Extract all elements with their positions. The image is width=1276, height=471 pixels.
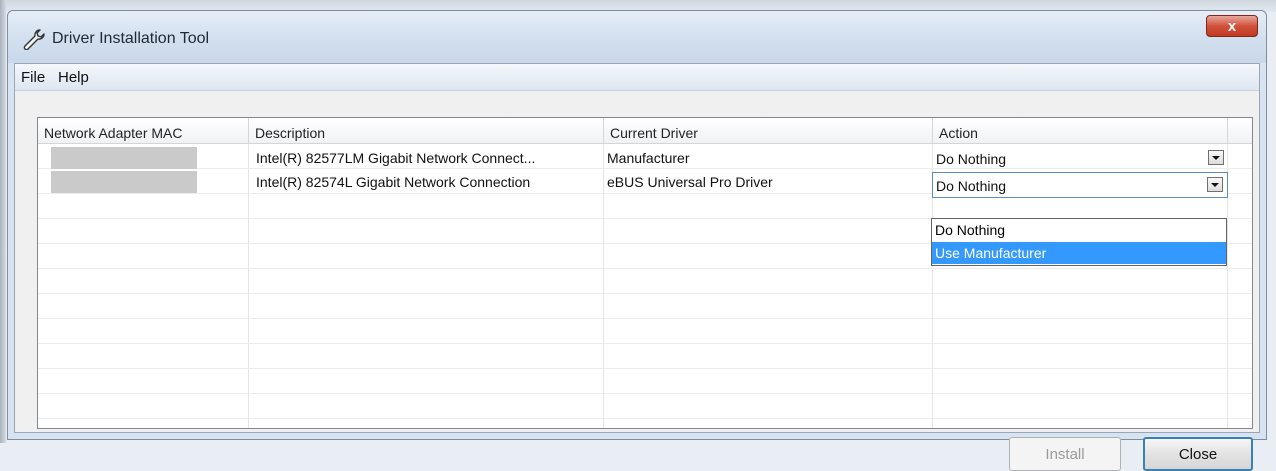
dropdown-option-use-manufacturer[interactable]: Use Manufacturer	[932, 242, 1226, 264]
grid-line	[38, 268, 1252, 269]
grid-line	[38, 418, 1252, 419]
menu-file[interactable]: File	[21, 69, 45, 86]
title-bar[interactable]: Driver Installation Tool x	[8, 11, 1266, 63]
grid-line	[38, 343, 1252, 344]
wrench-icon	[23, 29, 45, 50]
close-button[interactable]: Close	[1143, 437, 1253, 471]
row-description: Intel(R) 82577LM Gigabit Network Connect…	[256, 150, 536, 166]
action-dropdown-menu[interactable]: Do Nothing Use Manufacturer	[931, 218, 1227, 266]
action-select[interactable]: Do Nothing	[934, 147, 1228, 169]
menu-bar: File Help	[15, 64, 1259, 91]
window-title: Driver Installation Tool	[52, 30, 210, 47]
column-header-description[interactable]: Description	[249, 118, 604, 144]
dropdown-option-do-nothing[interactable]: Do Nothing	[932, 219, 1226, 241]
action-select-value: Do Nothing	[936, 151, 1007, 167]
column-header-mac[interactable]: Network Adapter MAC	[38, 118, 249, 144]
mac-redacted	[51, 171, 197, 193]
window-close-button[interactable]: x	[1206, 15, 1258, 37]
chevron-down-icon[interactable]	[1207, 177, 1223, 192]
background-left	[0, 0, 6, 443]
chevron-down-icon[interactable]	[1208, 150, 1224, 165]
grid-line	[38, 318, 1252, 319]
driver-installation-window: Driver Installation Tool x File Help Net…	[7, 10, 1267, 471]
menu-help[interactable]: Help	[58, 69, 89, 86]
row-current-driver: Manufacturer	[607, 150, 690, 166]
install-button[interactable]: Install	[1009, 437, 1121, 471]
mac-redacted	[51, 147, 197, 169]
row-description: Intel(R) 82574L Gigabit Network Connecti…	[256, 174, 531, 190]
column-header-filler	[1228, 118, 1252, 144]
adapter-table[interactable]: Network Adapter MAC Description Current …	[37, 117, 1253, 429]
close-icon: x	[1227, 17, 1237, 35]
action-select-open[interactable]: Do Nothing	[932, 172, 1228, 198]
client-area: File Help Network Adapter MAC Descriptio…	[14, 63, 1260, 471]
grid-line	[38, 368, 1252, 369]
row-current-driver: eBUS Universal Pro Driver	[607, 174, 773, 190]
grid-line	[38, 293, 1252, 294]
column-header-current-driver[interactable]: Current Driver	[604, 118, 933, 144]
grid-line	[248, 144, 249, 428]
action-select-value: Do Nothing	[936, 178, 1007, 194]
grid-line	[603, 144, 604, 428]
column-header-action[interactable]: Action	[933, 118, 1228, 144]
grid-line	[38, 393, 1252, 394]
